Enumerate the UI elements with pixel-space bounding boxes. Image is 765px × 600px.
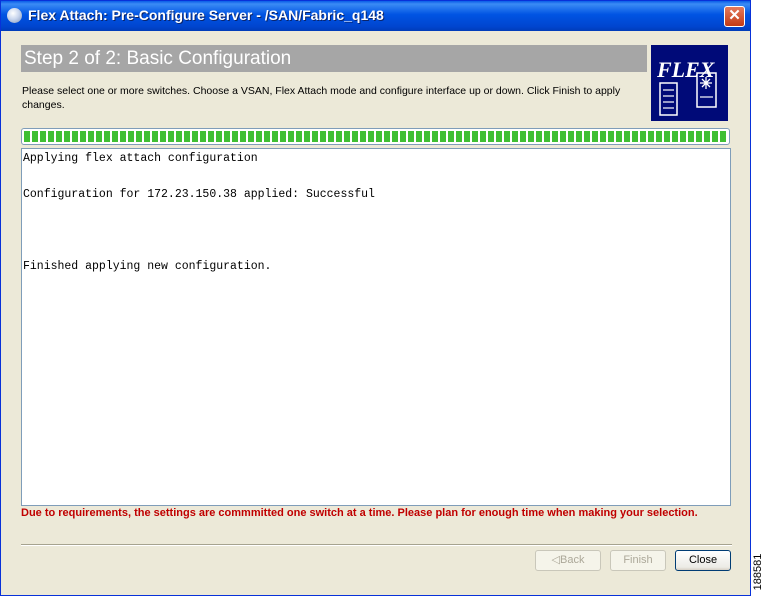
close-button[interactable]: Close [675, 550, 731, 571]
dialog-window: Flex Attach: Pre-Configure Server - /SAN… [0, 0, 751, 596]
log-line: Finished applying new configuration. [23, 260, 272, 273]
log-line: Applying flex attach configuration [23, 152, 258, 165]
app-icon [7, 8, 22, 23]
flex-attach-logo-icon: FLEX [651, 45, 728, 121]
commit-warning: Due to requirements, the settings are co… [21, 507, 698, 519]
window-title: Flex Attach: Pre-Configure Server - /SAN… [28, 7, 384, 23]
separator [21, 544, 732, 546]
progress-fill [24, 131, 727, 142]
step-title: Step 2 of 2: Basic Configuration [24, 48, 292, 69]
close-icon: ✕ [728, 7, 741, 24]
figure-id: 188581 [750, 544, 765, 600]
output-log[interactable]: Applying flex attach configuration Confi… [21, 148, 731, 506]
figure-id-label: 188581 [751, 553, 764, 591]
step-banner: Step 2 of 2: Basic Configuration [21, 45, 647, 72]
instructions-text: Please select one or more switches. Choo… [22, 85, 621, 111]
logo-text: FLEX [656, 57, 716, 82]
title-bar[interactable]: Flex Attach: Pre-Configure Server - /SAN… [1, 1, 750, 31]
log-line: Configuration for 172.23.150.38 applied:… [23, 188, 375, 201]
progress-bar [21, 128, 730, 145]
back-button[interactable]: ◁Back [535, 550, 601, 571]
close-window-button[interactable]: ✕ [724, 6, 745, 27]
finish-button[interactable]: Finish [610, 550, 666, 571]
